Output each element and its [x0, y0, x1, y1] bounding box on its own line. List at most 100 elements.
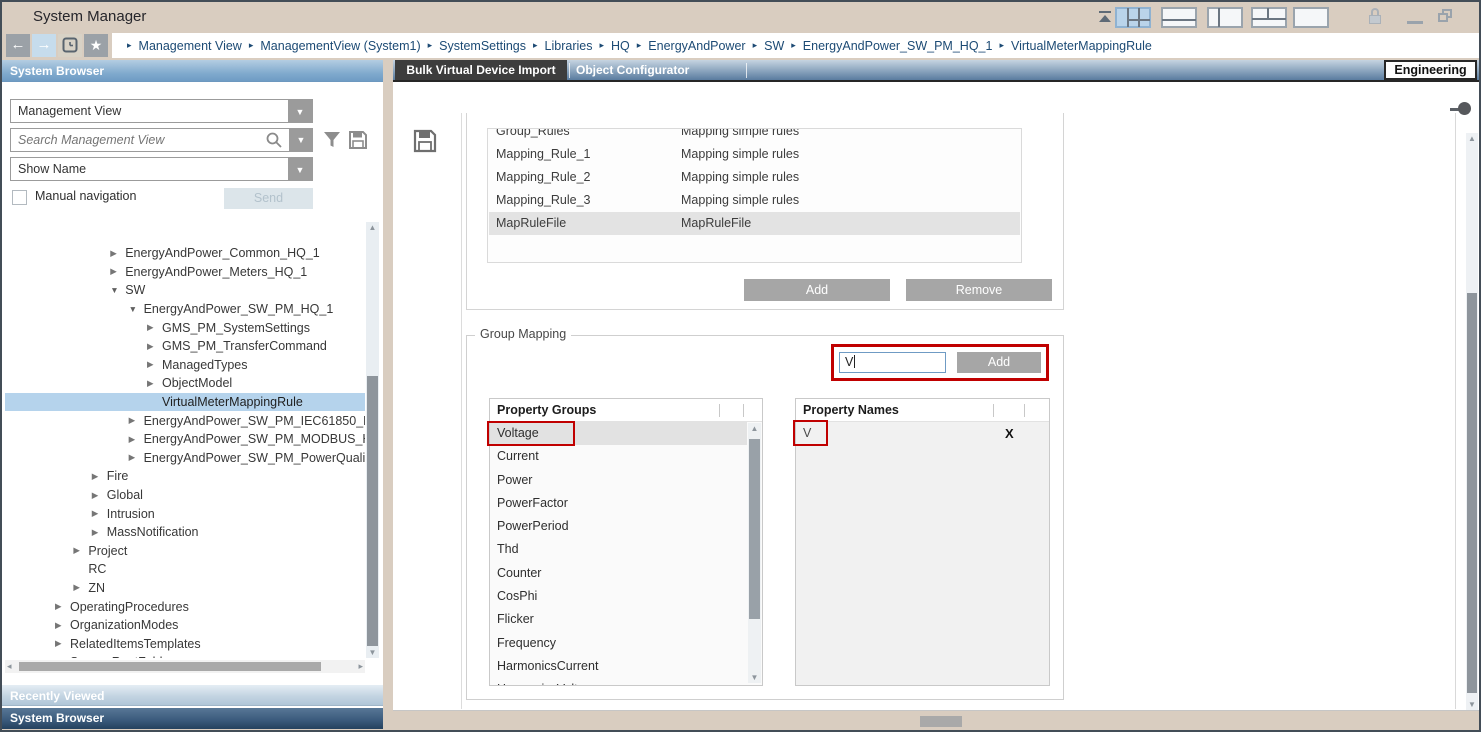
tree-item-Project[interactable]: ▶Project [5, 542, 365, 561]
tree-collapsed-icon[interactable]: ▶ [55, 638, 70, 649]
tree-collapsed-icon[interactable]: ▶ [147, 341, 162, 352]
breadcrumb-item[interactable]: SW [764, 39, 784, 53]
property-group-item[interactable]: PowerPeriod [490, 515, 747, 538]
chevron-down-icon[interactable]: ▼ [288, 100, 312, 122]
tree-item-OrganizationModes[interactable]: ▶OrganizationModes [5, 616, 365, 635]
tree-item-SW[interactable]: ▼SW [5, 281, 365, 300]
breadcrumb-item[interactable]: Libraries [545, 39, 593, 53]
tree-expanded-icon[interactable]: ▼ [110, 285, 125, 295]
tree-item-Fire[interactable]: ▶Fire [5, 467, 365, 486]
tree-hscrollbar-thumb[interactable] [19, 662, 321, 671]
tree-item-ObjectModel[interactable]: ▶ObjectModel [5, 374, 365, 393]
scroll-up-icon[interactable]: ▲ [366, 223, 379, 232]
tree-item-Global[interactable]: ▶Global [5, 486, 365, 505]
breadcrumb-item[interactable]: EnergyAndPower_SW_PM_HQ_1 [803, 39, 993, 53]
tree-collapsed-icon[interactable]: ▶ [147, 359, 162, 370]
mapping-rule-add-button[interactable]: Add [744, 279, 890, 301]
column-grip[interactable] [719, 404, 720, 417]
manual-navigation-checkbox[interactable] [12, 190, 27, 205]
tree-item-RC[interactable]: RC [5, 560, 365, 579]
save-icon[interactable] [413, 129, 437, 153]
chevron-down-icon[interactable]: ▼ [288, 158, 312, 180]
property-groups-scrollbar[interactable]: ▲ ▼ [748, 423, 761, 683]
scroll-down-icon[interactable]: ▼ [1466, 700, 1478, 709]
tree-collapsed-icon[interactable]: ▶ [92, 471, 107, 482]
favorites-button[interactable]: ★ [84, 34, 108, 57]
minimize-button[interactable] [1406, 7, 1424, 27]
layout-button-single[interactable] [1293, 7, 1329, 28]
tree-item-VirtualMeterMappingRule[interactable]: VirtualMeterMappingRule [5, 393, 365, 412]
tree-collapsed-icon[interactable]: ▶ [55, 657, 70, 658]
property-group-item[interactable]: Power [490, 469, 747, 492]
tree-horizontal-scrollbar[interactable]: ◂ ▸ [5, 660, 365, 673]
scroll-down-icon[interactable]: ▼ [366, 648, 379, 657]
restore-button[interactable] [1436, 7, 1456, 27]
history-button[interactable] [58, 34, 82, 57]
tree-item-EnergyAndPower_Common_HQ_1[interactable]: ▶EnergyAndPower_Common_HQ_1 [5, 244, 365, 263]
filter-icon[interactable] [322, 130, 342, 150]
pin-icon[interactable] [1458, 102, 1471, 115]
send-button[interactable]: Send [224, 188, 313, 209]
property-group-item[interactable]: Current [490, 445, 747, 468]
tree-item-ZN[interactable]: ▶ZN [5, 579, 365, 598]
tree-item-EnergyAndPower_SW_PM_MODBUS_HC[interactable]: ▶EnergyAndPower_SW_PM_MODBUS_HC [5, 430, 365, 449]
system-browser-panel-header[interactable]: System Browser [2, 708, 383, 729]
tree-collapsed-icon[interactable]: ▶ [92, 490, 107, 501]
table-row[interactable]: Mapping_Rule_2Mapping simple rules [489, 166, 1020, 189]
column-grip[interactable] [993, 404, 994, 417]
content-scrollbar-thumb[interactable] [1467, 293, 1477, 693]
search-options-dropdown[interactable]: ▼ [289, 128, 313, 152]
property-group-item[interactable]: Thd [490, 538, 747, 561]
tree-collapsed-icon[interactable]: ▶ [129, 452, 144, 463]
tab-object-configurator[interactable]: Object Configurator [576, 60, 689, 80]
view-selector[interactable]: Management View ▼ [10, 99, 313, 123]
table-row[interactable]: Mapping_Rule_3Mapping simple rules [489, 189, 1020, 212]
scroll-up-icon[interactable]: ▲ [1466, 134, 1478, 143]
group-mapping-add-button[interactable]: Add [957, 352, 1041, 373]
property-group-item[interactable]: Flicker [490, 608, 747, 631]
forward-button[interactable]: → [32, 34, 56, 57]
tree-item-OperatingProcedures[interactable]: ▶OperatingProcedures [5, 597, 365, 616]
tree-collapsed-icon[interactable]: ▶ [55, 620, 70, 631]
tree-collapsed-icon[interactable]: ▶ [73, 545, 88, 556]
back-button[interactable]: ← [6, 34, 30, 57]
tree-collapsed-icon[interactable]: ▶ [73, 582, 88, 593]
lock-icon[interactable] [1368, 8, 1382, 25]
tree-item-EnergyAndPower_Meters_HQ_1[interactable]: ▶EnergyAndPower_Meters_HQ_1 [5, 263, 365, 282]
tree-collapsed-icon[interactable]: ▶ [147, 378, 162, 389]
tree-item-GMS_PM_SystemSettings[interactable]: ▶GMS_PM_SystemSettings [5, 318, 365, 337]
breadcrumb-item[interactable]: SystemSettings [439, 39, 526, 53]
tree-scrollbar-thumb[interactable] [367, 376, 378, 646]
scroll-right-icon[interactable]: ▸ [358, 661, 363, 672]
tree-collapsed-icon[interactable]: ▶ [92, 508, 107, 519]
breadcrumb-item[interactable]: HQ [611, 39, 630, 53]
tree-collapsed-icon[interactable]: ▶ [129, 434, 144, 445]
property-group-item[interactable]: Counter [490, 562, 747, 585]
save-filter-icon[interactable] [348, 130, 368, 150]
tree-item-ManagedTypes[interactable]: ▶ManagedTypes [5, 356, 365, 375]
tree-expanded-icon[interactable]: ▼ [129, 304, 144, 314]
tree-collapsed-icon[interactable]: ▶ [129, 415, 144, 426]
layout-button-cross[interactable] [1251, 7, 1287, 28]
tree-item-ScenesRootFolder[interactable]: ▶ScenesRootFolder [5, 653, 365, 658]
tree-item-EnergyAndPower_SW_PM_IEC61850_H[interactable]: ▶EnergyAndPower_SW_PM_IEC61850_H [5, 411, 365, 430]
bottom-hscrollbar-thumb[interactable] [920, 716, 962, 727]
tree-item-RelatedItemsTemplates[interactable]: ▶RelatedItemsTemplates [5, 634, 365, 653]
content-vertical-scrollbar[interactable]: ▲ ▼ [1466, 133, 1478, 710]
property-group-item[interactable]: HarmonicsVoltage [490, 678, 747, 685]
tree-collapsed-icon[interactable]: ▶ [110, 266, 125, 277]
breadcrumb-item[interactable]: EnergyAndPower [648, 39, 745, 53]
layout-button-vsplit[interactable] [1207, 7, 1243, 28]
property-groups-scrollbar-thumb[interactable] [749, 439, 760, 619]
table-row[interactable]: Group_RulesMapping simple rules [489, 128, 1020, 143]
perspective-badge[interactable]: Engineering [1384, 60, 1477, 80]
table-row[interactable]: Mapping_Rule_1Mapping simple rules [489, 143, 1020, 166]
tab-bulk-virtual-device-import[interactable]: Bulk Virtual Device Import [395, 60, 567, 80]
column-grip[interactable] [1024, 404, 1025, 417]
property-group-item[interactable]: Voltage [490, 422, 747, 445]
tree-item-Intrusion[interactable]: ▶Intrusion [5, 504, 365, 523]
property-name-input[interactable]: V [839, 352, 946, 373]
property-group-item[interactable]: Frequency [490, 632, 747, 655]
tree-vertical-scrollbar[interactable]: ▲ ▼ [366, 222, 379, 658]
property-group-item[interactable]: PowerFactor [490, 492, 747, 515]
